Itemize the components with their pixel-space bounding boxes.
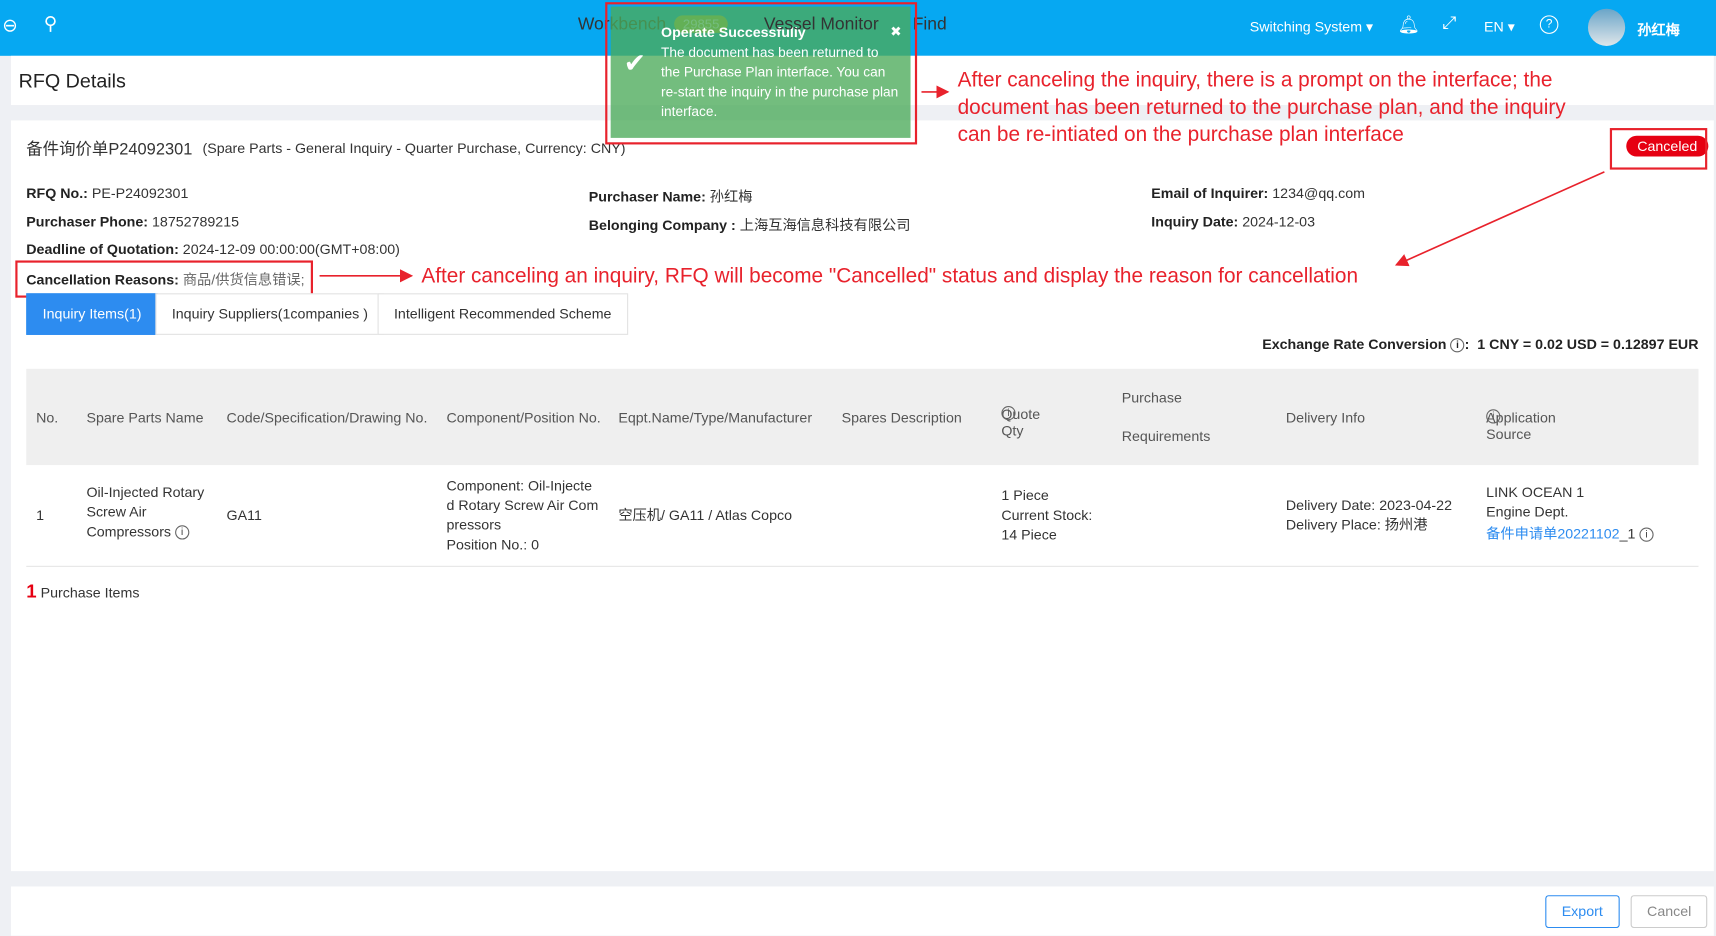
annotation-arrows bbox=[319, 85, 1605, 283]
nav-vessel-monitor[interactable]: Vessel Monitor bbox=[764, 15, 879, 35]
arrow-status bbox=[1394, 171, 1605, 267]
